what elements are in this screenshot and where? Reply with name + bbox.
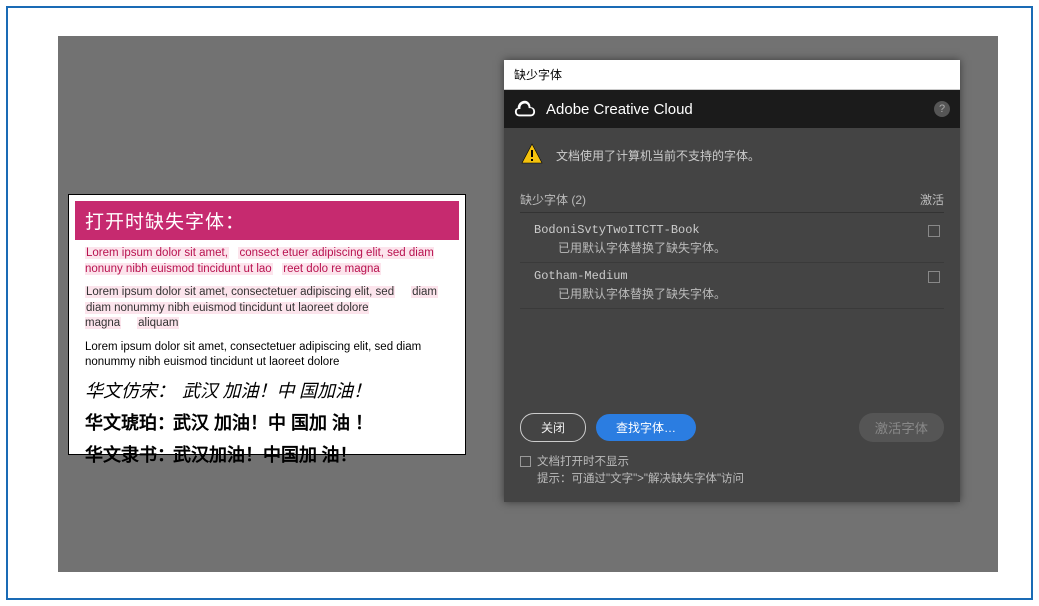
help-button[interactable]: ? bbox=[934, 101, 950, 117]
warning-row: 文档使用了计算机当前不支持的字体。 bbox=[520, 142, 944, 169]
hint-text: 提示：可通过"文字">"解决缺失字体"访问 bbox=[537, 471, 744, 488]
doc-paragraph-1: Lorem ipsum dolor sit amet, consect etue… bbox=[75, 240, 459, 279]
doc-paragraph-3: Lorem ipsum dolor sit amet, consectetuer… bbox=[75, 334, 459, 373]
font-substitution-note: 已用默认字体替换了缺失字体。 bbox=[534, 239, 928, 256]
creative-cloud-icon bbox=[514, 98, 536, 120]
activate-fonts-button[interactable]: 激活字体 bbox=[859, 413, 944, 442]
find-fonts-button[interactable]: 查找字体… bbox=[596, 414, 696, 441]
doc-title: 打开时缺失字体： bbox=[75, 201, 459, 240]
activate-checkbox[interactable] bbox=[928, 271, 940, 283]
font-list-header: 缺少字体 (2) 激活 bbox=[520, 187, 944, 213]
close-button[interactable]: 关闭 bbox=[520, 413, 586, 442]
cjk-line-2: 华文琥珀：武汉 加油！中 国加 油 ！ bbox=[85, 409, 449, 435]
font-list: BodoniSvtyTwoITCTT-Book 已用默认字体替换了缺失字体。 G… bbox=[520, 217, 944, 393]
activate-checkbox[interactable] bbox=[928, 225, 940, 237]
dialog-header-title: Adobe Creative Cloud bbox=[546, 101, 924, 118]
missing-fonts-dialog: 缺少字体 Adobe Creative Cloud ? 文档使用了计算机当前不支… bbox=[504, 60, 960, 502]
cjk-line-3: 华文隶书：武汉加油！中国加 油！ bbox=[85, 441, 449, 467]
warning-icon bbox=[520, 142, 544, 169]
outer-frame: 打开时缺失字体： Lorem ipsum dolor sit amet, con… bbox=[6, 6, 1033, 600]
dialog-titlebar[interactable]: 缺少字体 bbox=[504, 60, 960, 90]
font-item[interactable]: BodoniSvtyTwoITCTT-Book 已用默认字体替换了缺失字体。 bbox=[520, 217, 944, 263]
font-substitution-note: 已用默认字体替换了缺失字体。 bbox=[534, 285, 928, 302]
font-item[interactable]: Gotham-Medium 已用默认字体替换了缺失字体。 bbox=[520, 263, 944, 309]
dont-show-label: 文档打开时不显示 bbox=[537, 454, 744, 471]
cjk-line-1: 华文仿宋： 武汉 加油！中 国加油！ bbox=[85, 377, 449, 403]
warning-text: 文档使用了计算机当前不支持的字体。 bbox=[556, 147, 760, 164]
font-name: Gotham-Medium bbox=[534, 269, 928, 283]
doc-paragraph-2: Lorem ipsum dolor sit amet, consectetuer… bbox=[75, 279, 459, 334]
font-name: BodoniSvtyTwoITCTT-Book bbox=[534, 223, 928, 237]
dont-show-checkbox[interactable] bbox=[520, 456, 531, 467]
document-preview: 打开时缺失字体： Lorem ipsum dolor sit amet, con… bbox=[68, 194, 466, 455]
dialog-header: Adobe Creative Cloud ? bbox=[504, 90, 960, 128]
